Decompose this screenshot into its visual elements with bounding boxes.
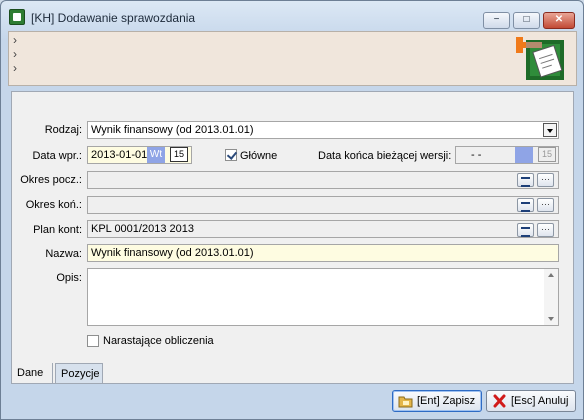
ellipsis-button[interactable]: ··· xyxy=(537,223,554,237)
cancel-button-label: [Esc] Anuluj xyxy=(511,395,569,407)
tab-pozycje[interactable]: Pozycje xyxy=(55,363,103,384)
nazwa-input[interactable]: Wynik finansowy (od 2013.01.01) xyxy=(87,244,559,262)
list-icon[interactable] xyxy=(517,198,534,212)
action-toolbar: › › › xyxy=(8,31,577,86)
narastajace-checkbox[interactable] xyxy=(87,335,99,347)
okres-kon-field[interactable] xyxy=(87,196,559,214)
ellipsis-button[interactable]: ··· xyxy=(537,198,554,212)
opis-scrollbar[interactable] xyxy=(544,269,558,325)
cancel-button[interactable]: [Esc] Anuluj xyxy=(486,390,576,412)
okres-pocz-field[interactable] xyxy=(87,171,559,189)
narastajace-label: Narastające obliczenia xyxy=(103,335,214,347)
opis-textarea[interactable] xyxy=(87,268,559,326)
nazwa-label: Nazwa: xyxy=(45,248,82,260)
calendar-icon[interactable]: 15 xyxy=(170,147,188,162)
window-title: [KH] Dodawanie sprawozdania xyxy=(31,11,196,25)
ellipsis-button[interactable]: ··· xyxy=(537,173,554,187)
rodzaj-label: Rodzaj: xyxy=(44,124,82,136)
app-icon xyxy=(9,9,25,25)
okres-pocz-label: Okres pocz.: xyxy=(20,174,82,186)
chevron-right-icon[interactable]: › xyxy=(13,62,17,74)
plan-kont-field[interactable]: KPL 0001/2013 2013 xyxy=(87,220,559,238)
list-icon[interactable] xyxy=(517,173,534,187)
opis-label: Opis: xyxy=(56,272,82,284)
calendar-icon[interactable]: 15 xyxy=(538,147,556,162)
scroll-up-icon[interactable] xyxy=(548,273,554,277)
chevron-right-icon[interactable]: › xyxy=(13,48,17,60)
chevron-down-icon[interactable] xyxy=(543,123,557,137)
chevron-right-icon[interactable]: › xyxy=(13,34,17,46)
rodzaj-value: Wynik finansowy (od 2013.01.01) xyxy=(91,124,254,136)
minimize-button[interactable]: − xyxy=(483,12,510,29)
save-button-label: [Ent] Zapisz xyxy=(417,395,476,407)
data-konca-label: Data końca bieżącej wersji: xyxy=(318,150,452,162)
close-button[interactable]: ✕ xyxy=(543,12,575,29)
okres-kon-label: Okres koń.: xyxy=(25,199,82,211)
plan-kont-label: Plan kont: xyxy=(33,224,82,236)
data-wpr-value: 2013-01-01 xyxy=(91,149,148,161)
dialog-window: [KH] Dodawanie sprawozdania − □ ✕ › › › … xyxy=(0,0,584,420)
add-document-icon[interactable] xyxy=(516,34,568,84)
tab-dane[interactable]: Dane xyxy=(11,363,53,384)
day-badge-empty xyxy=(515,147,533,163)
cancel-icon xyxy=(493,394,506,408)
day-badge: Wt xyxy=(147,147,165,163)
glowne-label: Główne xyxy=(240,150,278,162)
save-icon xyxy=(398,396,413,408)
rodzaj-select[interactable]: Wynik finansowy (od 2013.01.01) xyxy=(87,121,559,139)
form-panel: Rodzaj: Wynik finansowy (od 2013.01.01) … xyxy=(11,91,574,384)
data-wpr-label: Data wpr.: xyxy=(32,150,82,162)
maximize-button[interactable]: □ xyxy=(513,12,540,29)
list-icon[interactable] xyxy=(517,223,534,237)
save-button[interactable]: [Ent] Zapisz xyxy=(392,390,482,412)
plan-kont-value: KPL 0001/2013 2013 xyxy=(91,223,194,235)
data-konca-value: - - xyxy=(471,149,482,161)
title-bar: [KH] Dodawanie sprawozdania − □ ✕ xyxy=(1,1,583,31)
scroll-down-icon[interactable] xyxy=(548,317,554,321)
nazwa-value: Wynik finansowy (od 2013.01.01) xyxy=(91,247,254,259)
glowne-checkbox[interactable] xyxy=(225,149,237,161)
